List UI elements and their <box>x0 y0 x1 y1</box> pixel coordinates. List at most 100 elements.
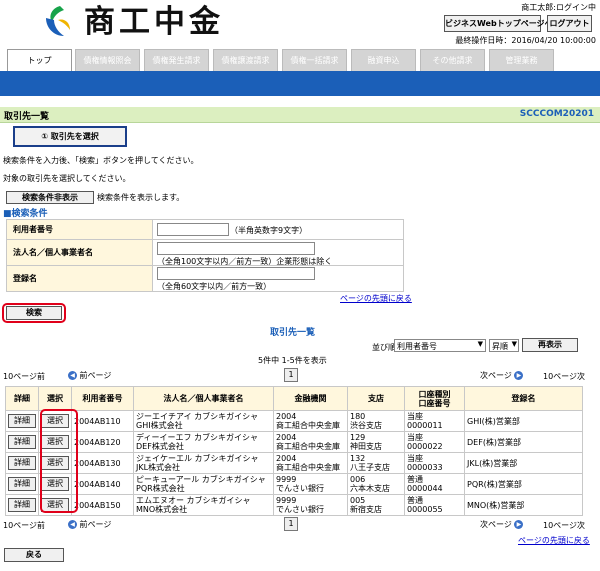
prev-10-pages-bottom: 10ページ前 <box>3 521 46 530</box>
company-name-input[interactable] <box>157 242 315 255</box>
prev-page: ◀ 前ページ <box>68 370 111 381</box>
nav-bar <box>0 71 600 96</box>
company-name-kana: エムエヌオー カブシキガイシャ <box>136 496 251 505</box>
bank-code: 2004 <box>276 433 297 442</box>
redisplay-button[interactable]: 再表示 <box>522 338 578 352</box>
table-row: 詳細 選択 2004AB150 エムエヌオー カブシキガイシャ MNO株式会社 9… <box>5 494 583 516</box>
tab-claim-issue[interactable]: 債権発生請求 <box>144 49 209 71</box>
detail-button[interactable]: 詳細 <box>8 498 36 512</box>
col-account-type: 口座種別 <box>418 389 451 399</box>
business-top-button[interactable]: ビジネスWebトップページへ <box>444 15 553 32</box>
user-no-cell: 2004AB130 <box>71 452 134 474</box>
next-10-pages-bottom: 10ページ次 <box>543 521 586 530</box>
branch-code: 005 <box>350 496 366 505</box>
user-no-hint: （半角英数字9文字） <box>230 226 308 235</box>
tab-loan-application[interactable]: 融資申込 <box>351 49 416 71</box>
toggle-note: 検索条件を表示します。 <box>97 193 185 202</box>
detail-cell: 詳細 <box>5 494 39 516</box>
next-page-bottom: 次ページ ▶ <box>480 519 524 530</box>
registered-name-cell: DEF(株)営業部 <box>464 431 583 453</box>
tab-top[interactable]: トップ <box>7 49 72 71</box>
bank-cell: 9999 でんさい銀行 <box>273 473 348 495</box>
registered-name-input[interactable] <box>157 267 315 280</box>
registered-name-cell: GHI(株)営業部 <box>464 410 583 432</box>
account-type: 当座 <box>407 433 423 442</box>
page-number: 1 <box>284 368 298 382</box>
tab-admin[interactable]: 管理業務 <box>489 49 554 71</box>
chevron-down-icon: ▼ <box>477 340 483 348</box>
step-indicator: ① 取引先を選択 <box>13 126 127 147</box>
col-registered-name: 登録名 <box>464 386 583 411</box>
col-select: 選択 <box>38 386 72 411</box>
logo-text: 商工中金 <box>84 4 224 40</box>
bank-code: 9999 <box>276 496 297 505</box>
col-branch: 支店 <box>347 386 405 411</box>
instruction-text-2: 対象の取引先を選択してください。 <box>3 174 131 183</box>
col-account-no: 口座番号 <box>418 398 451 408</box>
account-cell: 当座 0000011 <box>404 410 465 432</box>
back-button[interactable]: 戻る <box>4 548 64 562</box>
next-page: 次ページ ▶ <box>480 370 524 381</box>
tab-other-request[interactable]: その他請求 <box>420 49 485 71</box>
company-name-kana: ジェイケーエル カブシキガイシャ <box>136 454 259 463</box>
account-no: 0000033 <box>407 463 443 472</box>
account-cell: 当座 0000022 <box>404 431 465 453</box>
tab-claim-inquiry[interactable]: 債権情報照会 <box>75 49 140 71</box>
bank-name: でんさい銀行 <box>276 505 324 514</box>
page-top-link-1[interactable]: ページの先頭に戻る <box>340 293 412 304</box>
detail-button[interactable]: 詳細 <box>8 414 36 428</box>
hide-search-conditions-button[interactable]: 検索条件非表示 <box>6 191 94 204</box>
field-label-registered-name: 登録名 <box>6 265 153 292</box>
table-row: 詳細 選択 2004AB140 ピーキューアール カブシキガイシャ PQR株式会社… <box>5 473 583 495</box>
detail-button[interactable]: 詳細 <box>8 456 36 470</box>
arrow-right-icon: ▶ <box>514 371 524 380</box>
company-name-cell: ジェイケーエル カブシキガイシャ JKL株式会社 <box>133 452 274 474</box>
prev-page-label: 前ページ <box>79 371 112 380</box>
page-number-bottom: 1 <box>284 517 298 531</box>
detail-button[interactable]: 詳細 <box>8 435 36 449</box>
next-page-label: 次ページ <box>480 371 512 380</box>
prev-page-bottom: ◀ 前ページ <box>68 519 111 530</box>
tab-claim-transfer[interactable]: 債権譲渡請求 <box>213 49 278 71</box>
user-no-cell: 2004AB150 <box>71 494 134 516</box>
user-no-cell: 2004AB120 <box>71 431 134 453</box>
detail-cell: 詳細 <box>5 410 39 432</box>
col-bank: 金融機関 <box>273 386 348 411</box>
prev-10-pages: 10ページ前 <box>3 372 46 381</box>
user-no-cell: 2004AB140 <box>71 473 134 495</box>
bank-code: 2004 <box>276 454 297 463</box>
screen-code: SCCCOM20201 <box>519 109 594 119</box>
col-account: 口座種別 口座番号 <box>404 386 465 411</box>
sort-select[interactable]: 利用者番号 ▼ <box>394 339 486 352</box>
results-table: 詳細 選択 利用者番号 法人名／個人事業者名 金融機関 支店 口座種別 口座番号 … <box>5 386 583 516</box>
next-10-pages: 10ページ次 <box>543 372 586 381</box>
chevron-down-icon: ▼ <box>511 340 517 348</box>
company-name-kana: ピーキューアール カブシキガイシャ <box>136 475 266 484</box>
tab-bulk-request[interactable]: 債権一括請求 <box>282 49 347 71</box>
search-button[interactable]: 検索 <box>6 306 62 320</box>
branch-cell: 129 神田支店 <box>347 431 405 453</box>
user-no-input[interactable] <box>157 223 229 236</box>
arrow-left-icon: ◀ <box>68 371 77 380</box>
results-title: 取引先一覧 <box>270 328 316 338</box>
page-top-link-2[interactable]: ページの先頭に戻る <box>518 535 590 546</box>
detail-cell: 詳細 <box>5 452 39 474</box>
logout-button[interactable]: ログアウト <box>547 15 592 32</box>
account-cell: 当座 0000033 <box>404 452 465 474</box>
detail-button[interactable]: 詳細 <box>8 477 36 491</box>
bank-name: 商工組合中央金庫 <box>276 421 340 430</box>
company-name: JKL株式会社 <box>136 463 181 472</box>
account-type: 普通 <box>407 496 423 505</box>
instruction-text-1: 検索条件を入力後、「検索」ボタンを押してください。 <box>3 156 199 165</box>
page-title: 取引先一覧 <box>4 112 50 122</box>
col-user-no: 利用者番号 <box>71 386 134 411</box>
order-select[interactable]: 昇順 ▼ <box>489 339 519 352</box>
registered-name-cell: JKL(株)営業部 <box>464 452 583 474</box>
table-row: 詳細 選択 2004AB110 ジーエイチアイ カブシキガイシャ GHI株式会社 … <box>5 410 583 432</box>
bank-name: でんさい銀行 <box>276 484 324 493</box>
branch-cell: 006 六本木支店 <box>347 473 405 495</box>
account-type: 当座 <box>407 412 423 421</box>
company-name-cell: エムエヌオー カブシキガイシャ MNO株式会社 <box>133 494 274 516</box>
logo-mark-icon <box>46 6 70 36</box>
bank-code: 2004 <box>276 412 297 421</box>
